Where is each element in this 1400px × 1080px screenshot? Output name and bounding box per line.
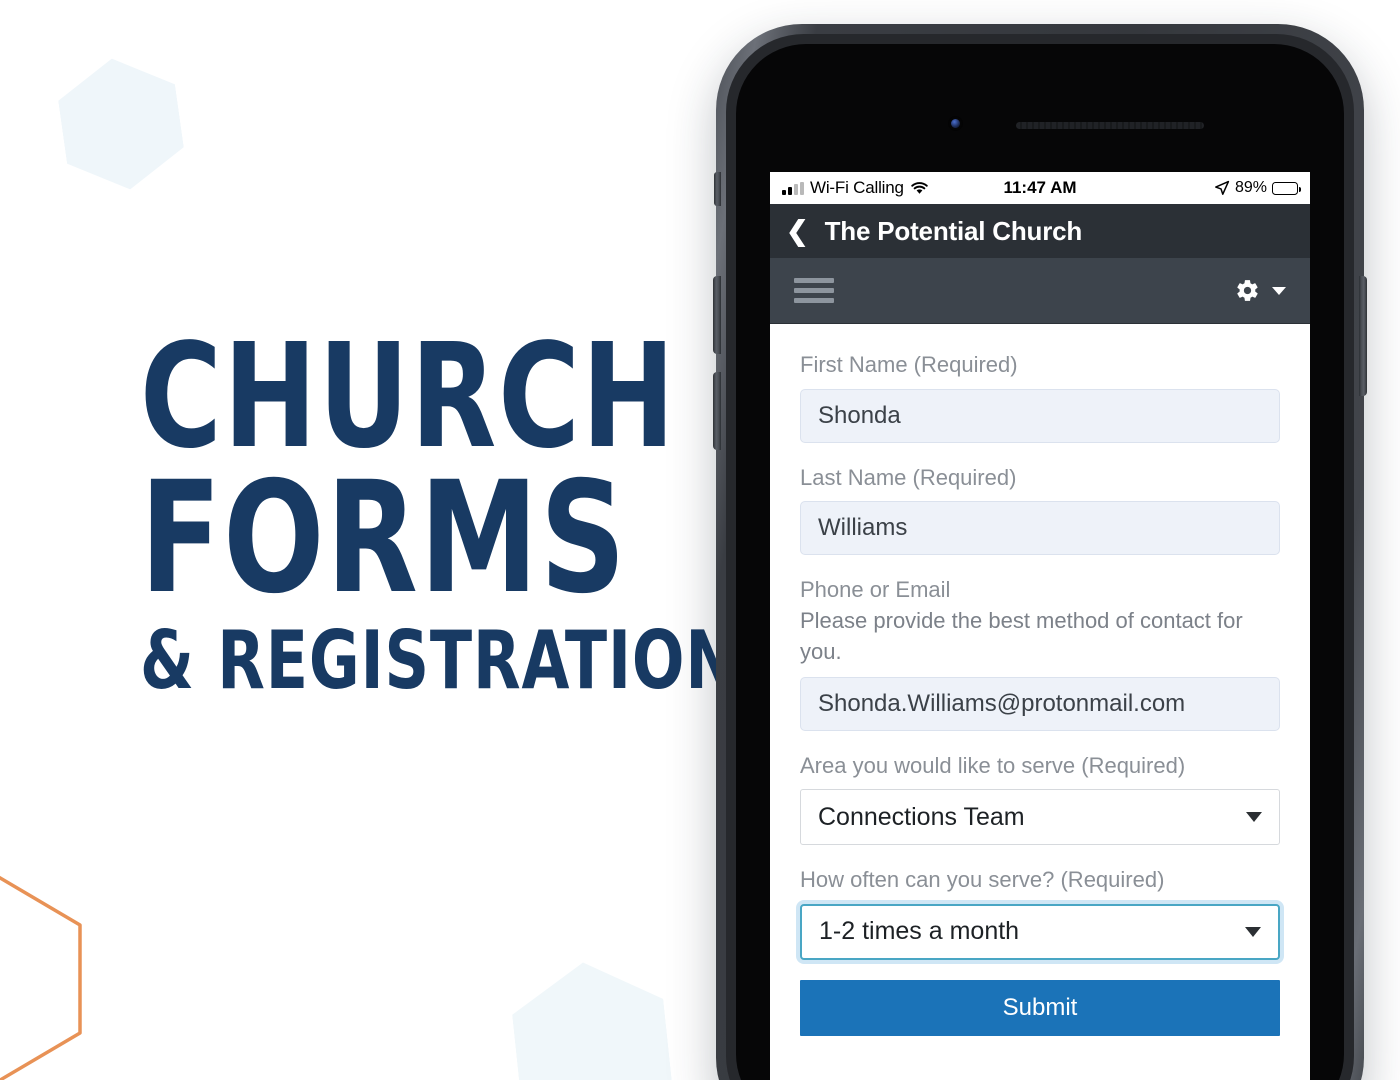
field-serve-frequency: How often can you serve? (Required) 1-2 … — [800, 865, 1280, 960]
field-last-name: Last Name (Required) Williams — [800, 463, 1280, 556]
battery-percent-label: 89% — [1234, 179, 1267, 196]
page-title: CHURCH FORMS & REGISTRATIONS — [140, 312, 784, 708]
select-value: Connections Team — [818, 802, 1025, 831]
carrier-label: Wi-Fi Calling — [810, 178, 904, 197]
field-help-text: Please provide the best method of contac… — [800, 608, 1243, 665]
field-label: How often can you serve? (Required) — [800, 867, 1165, 893]
last-name-input[interactable]: Williams — [800, 501, 1280, 556]
status-bar-left: Wi-Fi Calling — [782, 178, 929, 198]
serve-frequency-select[interactable]: 1-2 times a month — [800, 903, 1280, 960]
wifi-icon — [910, 182, 928, 194]
chevron-down-icon — [1245, 926, 1261, 937]
nav-title: The Potential Church — [824, 215, 1083, 246]
app-viewport: Wi-Fi Calling 11:47 AM 89% ❮ The Potenti… — [770, 172, 1310, 1080]
nav-bar: ❮ The Potential Church — [770, 204, 1310, 258]
field-label: Area you would like to serve (Required) — [800, 752, 1186, 778]
mute-switch-button[interactable] — [714, 172, 721, 206]
headline-line-1: CHURCH — [140, 312, 677, 480]
phone-or-email-input[interactable]: Shonda.Williams@protonmail.com — [800, 676, 1280, 731]
area-to-serve-select[interactable]: Connections Team — [800, 789, 1280, 846]
submit-button[interactable]: Submit — [800, 979, 1280, 1036]
location-arrow-icon — [1215, 180, 1230, 195]
status-bar: Wi-Fi Calling 11:47 AM 89% — [770, 172, 1310, 204]
front-camera-lens-icon — [951, 119, 960, 128]
decorative-hexagon-top-left — [53, 50, 188, 197]
headline-line-3: & REGISTRATIONS — [140, 614, 784, 708]
settings-menu-button[interactable] — [1235, 278, 1286, 303]
form-area: First Name (Required) Shonda Last Name (… — [770, 324, 1310, 1036]
signal-bars-icon — [782, 181, 804, 195]
back-button[interactable]: ❮ — [786, 217, 809, 245]
volume-up-button[interactable] — [713, 276, 721, 354]
field-label: Phone or Email — [800, 577, 951, 603]
field-area-to-serve: Area you would like to serve (Required) … — [800, 751, 1280, 846]
power-button[interactable] — [1359, 276, 1367, 396]
headline-line-2: FORMS — [140, 449, 628, 629]
field-first-name: First Name (Required) Shonda — [800, 350, 1280, 443]
earpiece-speaker-icon — [1016, 122, 1204, 129]
phone-screen: Wi-Fi Calling 11:47 AM 89% ❮ The Potenti… — [736, 44, 1344, 1080]
decorative-hexagon-bottom-center — [507, 955, 676, 1080]
hamburger-menu-icon[interactable] — [794, 278, 834, 303]
select-value: 1-2 times a month — [819, 917, 1020, 946]
status-bar-right: 89% — [1214, 179, 1301, 197]
phone-mockup: Wi-Fi Calling 11:47 AM 89% ❮ The Potenti… — [713, 24, 1367, 1080]
battery-icon — [1272, 181, 1301, 195]
chevron-down-icon[interactable] — [1272, 286, 1286, 295]
first-name-input[interactable]: Shonda — [800, 388, 1280, 443]
decorative-hexagon-outline-left — [0, 868, 88, 1080]
app-toolbar — [770, 258, 1310, 324]
field-label: Last Name (Required) — [800, 464, 1017, 490]
field-phone-or-email: Phone or Email Please provide the best m… — [800, 575, 1280, 731]
field-label: First Name (Required) — [800, 352, 1018, 377]
gear-icon[interactable] — [1235, 278, 1260, 303]
chevron-down-icon — [1246, 812, 1262, 823]
volume-down-button[interactable] — [713, 372, 721, 450]
